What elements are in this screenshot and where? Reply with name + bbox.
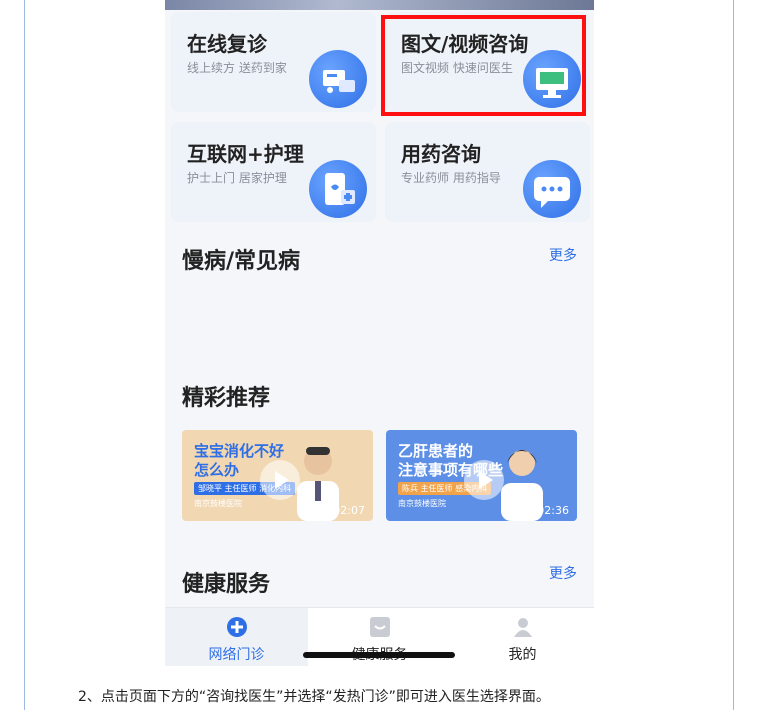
tab-label: 网络门诊 (208, 647, 265, 663)
hospital-label: 南京鼓楼医院 (398, 499, 446, 508)
service-card-medication[interactable]: 用药咨询 专业药师 用药指导 (385, 122, 590, 222)
service-card-nursing[interactable]: 互联网+护理 护士上门 居家护理 (171, 122, 376, 222)
video-card[interactable]: 宝宝消化不好 怎么办 邹晓平 主任医师 消化内科 南京鼓楼医院 02:07 (182, 430, 373, 521)
video-duration: 02:36 (537, 504, 569, 517)
phone-care-icon (309, 160, 367, 218)
home-indicator (303, 652, 455, 658)
video-card[interactable]: 乙肝患者的 注意事项有哪些 陈兵 主任医师 感染内科 南京鼓楼医院 02:36 (386, 430, 577, 521)
section-title-health: 健康服务 (182, 572, 271, 597)
tab-label: 我的 (508, 647, 537, 663)
service-card-title: 用药咨询 (401, 142, 481, 166)
service-card-subtitle: 线上续方 送药到家 (187, 61, 287, 75)
service-card-title: 互联网+护理 (187, 142, 304, 166)
banner-strip (165, 0, 594, 10)
service-card-subtitle: 专业药师 用药指导 (401, 171, 501, 185)
more-link-health[interactable]: 更多 (549, 563, 577, 583)
red-highlight-box (381, 15, 586, 116)
chat-bubble-icon (523, 160, 581, 218)
service-card-online-revisit[interactable]: 在线复诊 线上续方 送药到家 (171, 12, 376, 112)
pill-delivery-icon (309, 50, 367, 108)
hospital-label: 南京鼓楼医院 (194, 499, 242, 508)
tab-network-clinic[interactable]: 网络门诊 (165, 608, 308, 666)
video-title-line1: 宝宝消化不好 (194, 442, 285, 460)
play-icon[interactable] (464, 460, 504, 500)
service-card-subtitle: 护士上门 居家护理 (187, 171, 287, 185)
tab-mine[interactable]: 我的 (451, 608, 594, 666)
person-icon (514, 618, 532, 637)
plus-circle-icon (227, 617, 247, 637)
section-title-featured: 精彩推荐 (182, 386, 271, 411)
instruction-caption: 2、点击页面下方的“咨询找医生”并选择“发热门诊”即可进入医生选择界面。 (78, 689, 550, 705)
play-icon[interactable] (260, 460, 300, 500)
service-card-title: 在线复诊 (187, 32, 267, 56)
video-duration: 02:07 (333, 504, 365, 517)
tray-icon (370, 617, 390, 637)
section-title-chronic: 慢病/常见病 (182, 249, 301, 274)
more-link-chronic[interactable]: 更多 (549, 245, 577, 265)
video-title-line1: 乙肝患者的 (398, 442, 474, 460)
